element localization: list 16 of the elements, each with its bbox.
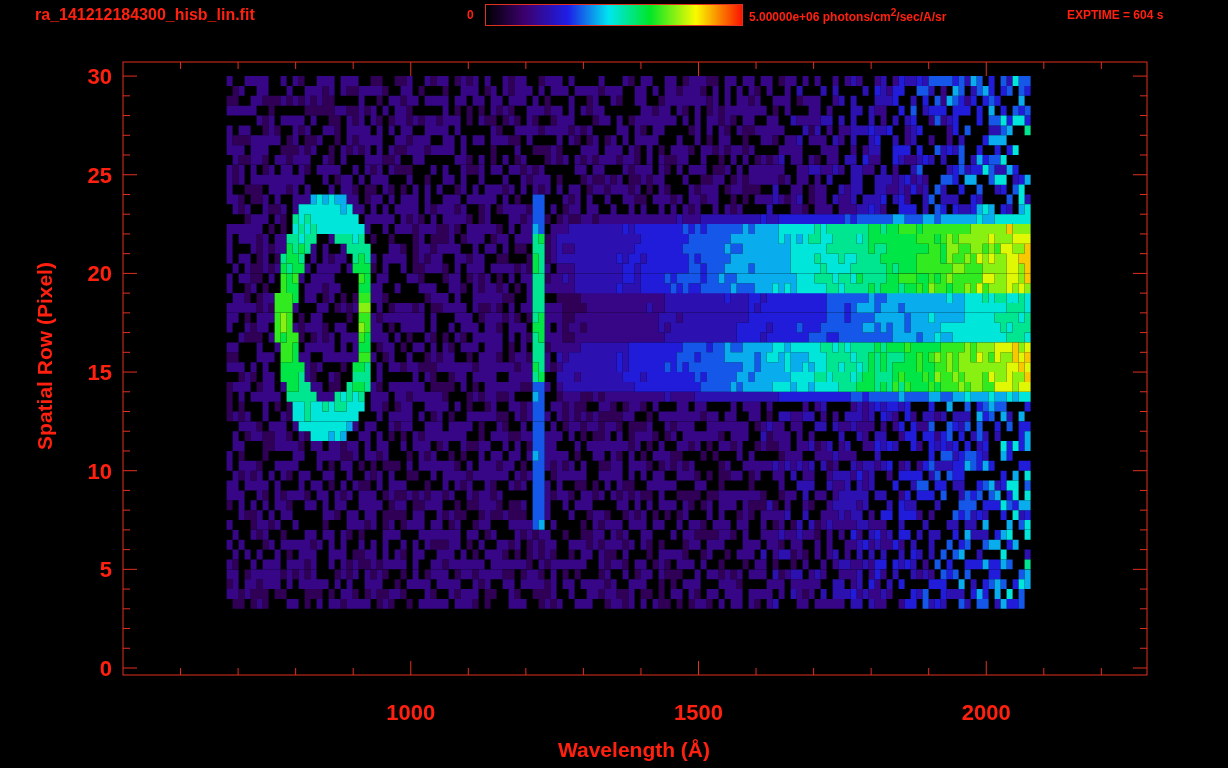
x-tick-label: 1500 — [674, 700, 723, 725]
scale-min-label: 0 — [467, 8, 475, 22]
y-tick-label: 25 — [87, 162, 112, 188]
x-tick-label: 1000 — [386, 700, 436, 725]
file-title: ra_141212184300_hisb_lin.fit — [35, 6, 256, 24]
y-tick-label: 0 — [99, 656, 112, 681]
scale-max-label: 5.00000e+06 photons/cm$^{2}$/sec/A/sr — [749, 6, 948, 24]
exposure-time: EXPTIME = 604 s — [1067, 8, 1164, 22]
x-axis-label: Wavelength (Å) — [557, 738, 711, 761]
y-tick-label: 10 — [87, 458, 112, 484]
y-tick-label: 20 — [87, 261, 112, 287]
y-tick-label: 5 — [99, 557, 112, 583]
x-tick-label: 2000 — [961, 700, 1011, 725]
y-tick-label: 30 — [87, 64, 112, 90]
y-tick-label: 15 — [87, 360, 112, 386]
y-axis-label: Spatial Row (Pixel) — [33, 262, 56, 450]
